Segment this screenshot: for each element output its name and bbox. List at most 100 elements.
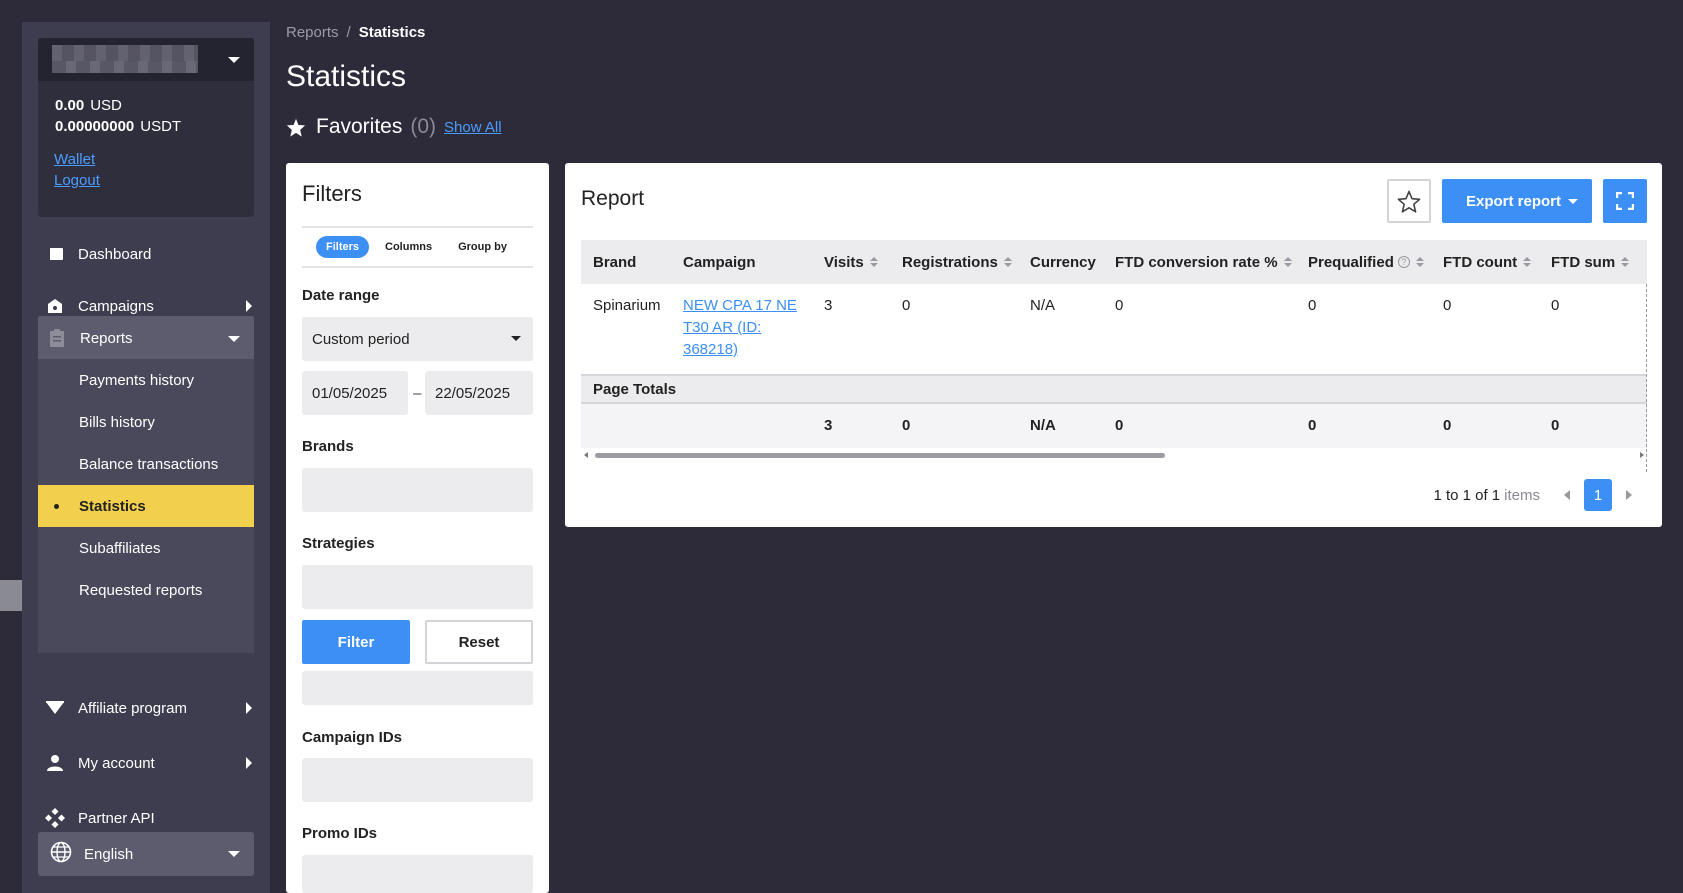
chevron-down-icon [228, 336, 240, 342]
pager-items-label: items [1504, 486, 1540, 504]
col-ftd-conversion-rate[interactable]: FTD conversion rate % [1115, 240, 1292, 284]
chevron-down-icon [228, 57, 240, 63]
funnel-icon [44, 697, 66, 719]
strategies-label: Strategies [302, 535, 375, 552]
tab-filters[interactable]: Filters [316, 236, 370, 258]
help-icon[interactable]: ? [1397, 256, 1410, 268]
submenu-bills-history[interactable]: Bills history [38, 401, 254, 443]
breadcrumb: Reports / Statistics [286, 24, 425, 41]
page-totals-label: Page Totals [581, 374, 1647, 404]
horizontal-scrollbar[interactable] [581, 450, 1647, 460]
favorites-bar: Favorites (0) Show All [286, 115, 502, 139]
chevron-left-icon[interactable] [1564, 490, 1570, 500]
submenu-statistics[interactable]: Statistics [38, 485, 254, 527]
filter-button[interactable]: Filter [302, 620, 410, 664]
table-edge-divider [1646, 284, 1647, 472]
campaign-ids-field[interactable] [302, 758, 533, 802]
col-registrations[interactable]: Registrations [902, 240, 1012, 284]
submenu-requested-reports[interactable]: Requested reports [38, 569, 254, 611]
col-label: Registrations [902, 253, 998, 271]
dashboard-icon [44, 243, 66, 265]
filters-panel: Filters Filters Columns Group by Date ra… [286, 163, 549, 893]
api-icon [44, 807, 66, 829]
col-visits[interactable]: Visits [824, 240, 878, 284]
chevron-down-icon [228, 851, 240, 857]
submenu-balance-transactions[interactable]: Balance transactions [38, 443, 254, 485]
fullscreen-button[interactable] [1603, 179, 1647, 223]
nav-item-affiliate-program[interactable]: Affiliate program [22, 686, 270, 730]
cell-ftd-sum: 0 [1551, 297, 1560, 314]
nav-item-reports[interactable]: Reports [38, 316, 254, 360]
sort-icon [1523, 257, 1532, 267]
date-range-select[interactable]: Custom period [302, 317, 533, 361]
wallet-link[interactable]: Wallet [54, 151, 95, 168]
report-title: Report [581, 187, 645, 210]
redacted-account-id [52, 61, 198, 73]
date-from-input[interactable]: 01/05/2025 [302, 371, 408, 415]
hidden-filter-field[interactable] [302, 671, 533, 705]
scrollbar-thumb[interactable] [595, 453, 1165, 458]
date-to-input[interactable]: 22/05/2025 [425, 371, 533, 415]
tab-columns[interactable]: Columns [375, 236, 442, 258]
show-all-link[interactable]: Show All [444, 119, 502, 136]
table-header: Brand Campaign Visits Registrations Curr… [581, 240, 1647, 284]
nav-item-dashboard[interactable]: Dashboard [22, 232, 270, 276]
balance-currency: USD [90, 97, 122, 114]
col-label: Campaign [683, 253, 756, 271]
promo-ids-field[interactable] [302, 855, 533, 893]
col-label: Prequalified [1308, 253, 1394, 271]
pagination: 1 to 1 of 1 items 1 [1433, 479, 1646, 511]
filters-tabs: Filters Columns Group by [302, 226, 533, 268]
col-label: Currency [1030, 253, 1096, 271]
account-box: 0.00 USD 0.00000000 USDT Wallet Logout [38, 38, 254, 217]
col-prequalified[interactable]: Prequalified? [1308, 240, 1424, 284]
submenu-payments-history[interactable]: Payments history [38, 359, 254, 401]
logout-link[interactable]: Logout [54, 172, 100, 189]
col-currency[interactable]: Currency [1030, 240, 1096, 284]
nav-item-my-account[interactable]: My account [22, 741, 270, 785]
language-label: English [84, 845, 134, 863]
star-filled-icon [286, 118, 306, 137]
strategies-field[interactable] [302, 565, 533, 609]
date-separator: – [413, 385, 422, 402]
cell-visits: 3 [824, 297, 833, 314]
page-title: Statistics [286, 60, 407, 93]
sort-icon [869, 257, 878, 267]
total-currency: N/A [1030, 417, 1056, 434]
col-label: FTD count [1443, 253, 1518, 271]
language-selector[interactable]: English [38, 832, 254, 876]
col-label: FTD conversion rate % [1115, 253, 1278, 271]
breadcrumb-reports[interactable]: Reports [286, 24, 339, 41]
total-registrations: 0 [902, 417, 911, 434]
total-prequalified: 0 [1308, 417, 1317, 434]
col-brand[interactable]: Brand [593, 240, 636, 284]
cell-prequalified: 0 [1308, 297, 1317, 314]
clipboard-icon [46, 327, 68, 349]
brands-field[interactable] [302, 468, 533, 512]
scroll-right-icon[interactable] [1640, 452, 1644, 458]
account-selector[interactable] [38, 38, 254, 81]
tab-group-by[interactable]: Group by [448, 236, 517, 258]
col-campaign[interactable]: Campaign [683, 240, 756, 284]
active-dot-icon [54, 504, 59, 509]
nav-label: Dashboard [78, 245, 152, 263]
nav-label: Campaigns [78, 297, 154, 315]
redacted-account-name [52, 45, 198, 61]
cell-registrations: 0 [902, 297, 911, 314]
campaign-link[interactable]: NEW CPA 17 NE T30 AR (ID: 368218) [683, 295, 805, 361]
balance-amount: 0.00000000 [55, 118, 135, 135]
export-report-button[interactable]: Export report [1442, 179, 1592, 223]
reset-button[interactable]: Reset [425, 620, 533, 664]
scroll-left-icon[interactable] [584, 452, 588, 458]
page-number-button[interactable]: 1 [1584, 479, 1612, 511]
sort-icon [1415, 257, 1424, 267]
user-icon [44, 752, 66, 774]
col-ftd-sum[interactable]: FTD sum [1551, 240, 1630, 284]
col-ftd-count[interactable]: FTD count [1443, 240, 1532, 284]
submenu-subaffiliates[interactable]: Subaffiliates [38, 527, 254, 569]
edge-tab[interactable] [0, 580, 22, 611]
balance-currency: USDT [140, 118, 182, 135]
add-favorite-button[interactable] [1387, 179, 1431, 223]
total-visits: 3 [824, 417, 833, 434]
chevron-right-icon[interactable] [1626, 490, 1632, 500]
